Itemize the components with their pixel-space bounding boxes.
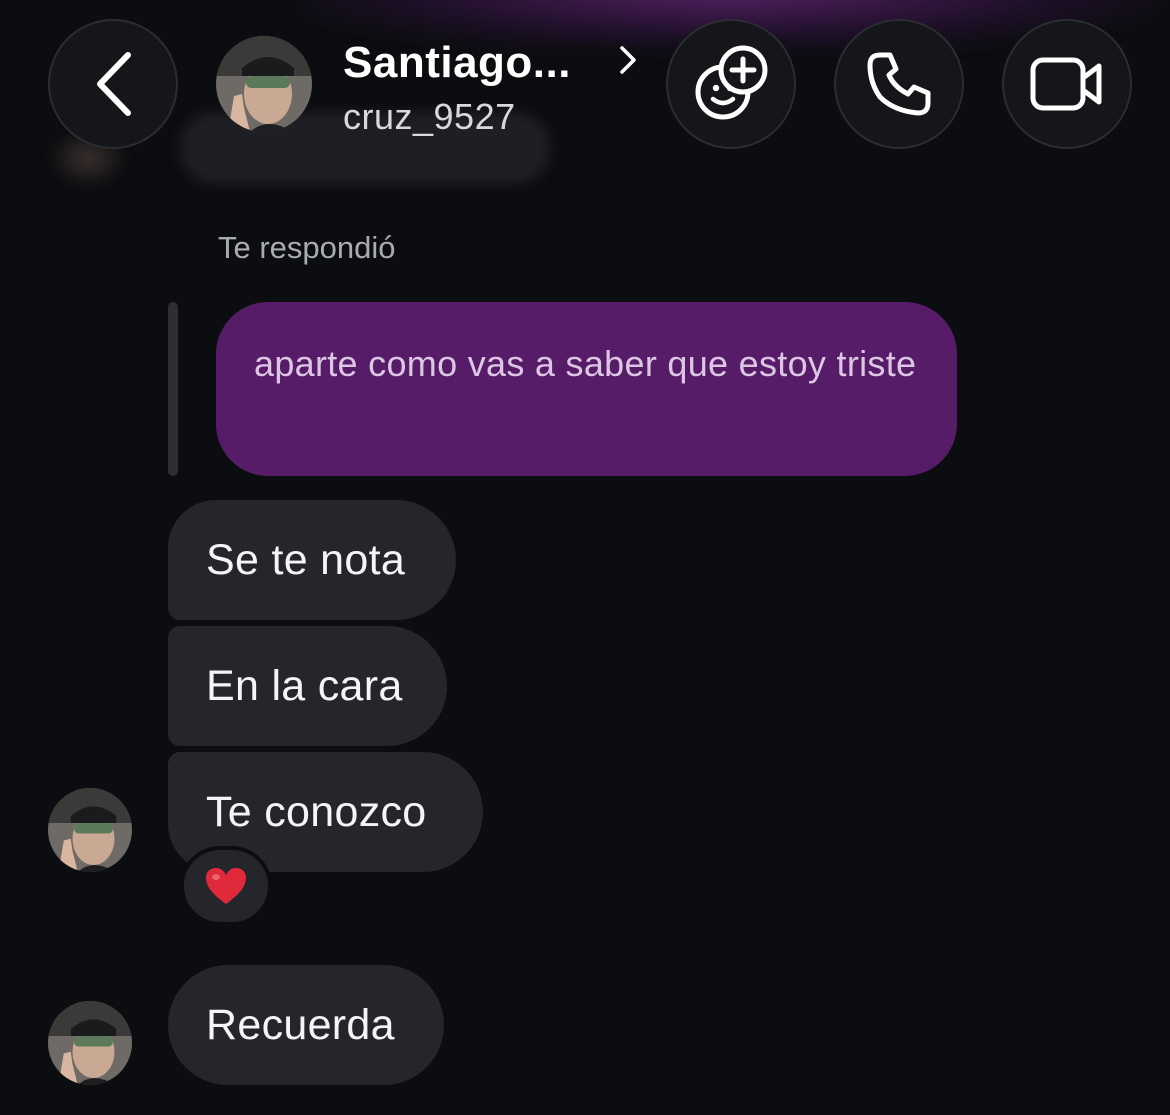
message-text: Te conozco bbox=[206, 787, 427, 836]
contact-avatar[interactable] bbox=[216, 36, 312, 132]
sender-avatar[interactable] bbox=[48, 788, 132, 872]
heart-icon bbox=[206, 868, 246, 904]
avatar-photo bbox=[48, 788, 132, 872]
video-call-button[interactable] bbox=[1002, 19, 1132, 149]
add-emoji-icon bbox=[695, 45, 768, 120]
sender-avatar[interactable] bbox=[48, 1001, 132, 1085]
phone-icon bbox=[867, 52, 931, 116]
message-text: Se te nota bbox=[206, 535, 406, 584]
voice-call-button[interactable] bbox=[834, 19, 964, 149]
contact-username[interactable]: cruz_9527 bbox=[343, 96, 516, 138]
chevron-right-icon[interactable] bbox=[616, 44, 640, 76]
incoming-message[interactable]: Recuerda bbox=[168, 965, 444, 1085]
back-button[interactable] bbox=[48, 19, 178, 149]
contact-name[interactable]: Santiago... bbox=[343, 38, 571, 88]
reaction-badge[interactable] bbox=[180, 846, 272, 926]
message-text: Recuerda bbox=[206, 1000, 395, 1049]
reply-label: Te respondió bbox=[218, 230, 396, 265]
avatar-photo bbox=[48, 1001, 132, 1085]
add-emoji-button[interactable] bbox=[666, 19, 796, 149]
replied-message-bubble[interactable]: aparte como vas a saber que estoy triste bbox=[216, 302, 957, 476]
chevron-left-icon bbox=[97, 52, 131, 116]
message-text: En la cara bbox=[206, 661, 403, 710]
video-camera-icon bbox=[1030, 57, 1102, 111]
reply-indicator-bar bbox=[168, 302, 178, 476]
incoming-message[interactable]: Se te nota bbox=[168, 500, 456, 620]
incoming-message[interactable]: En la cara bbox=[168, 626, 447, 746]
avatar-photo bbox=[216, 36, 312, 132]
